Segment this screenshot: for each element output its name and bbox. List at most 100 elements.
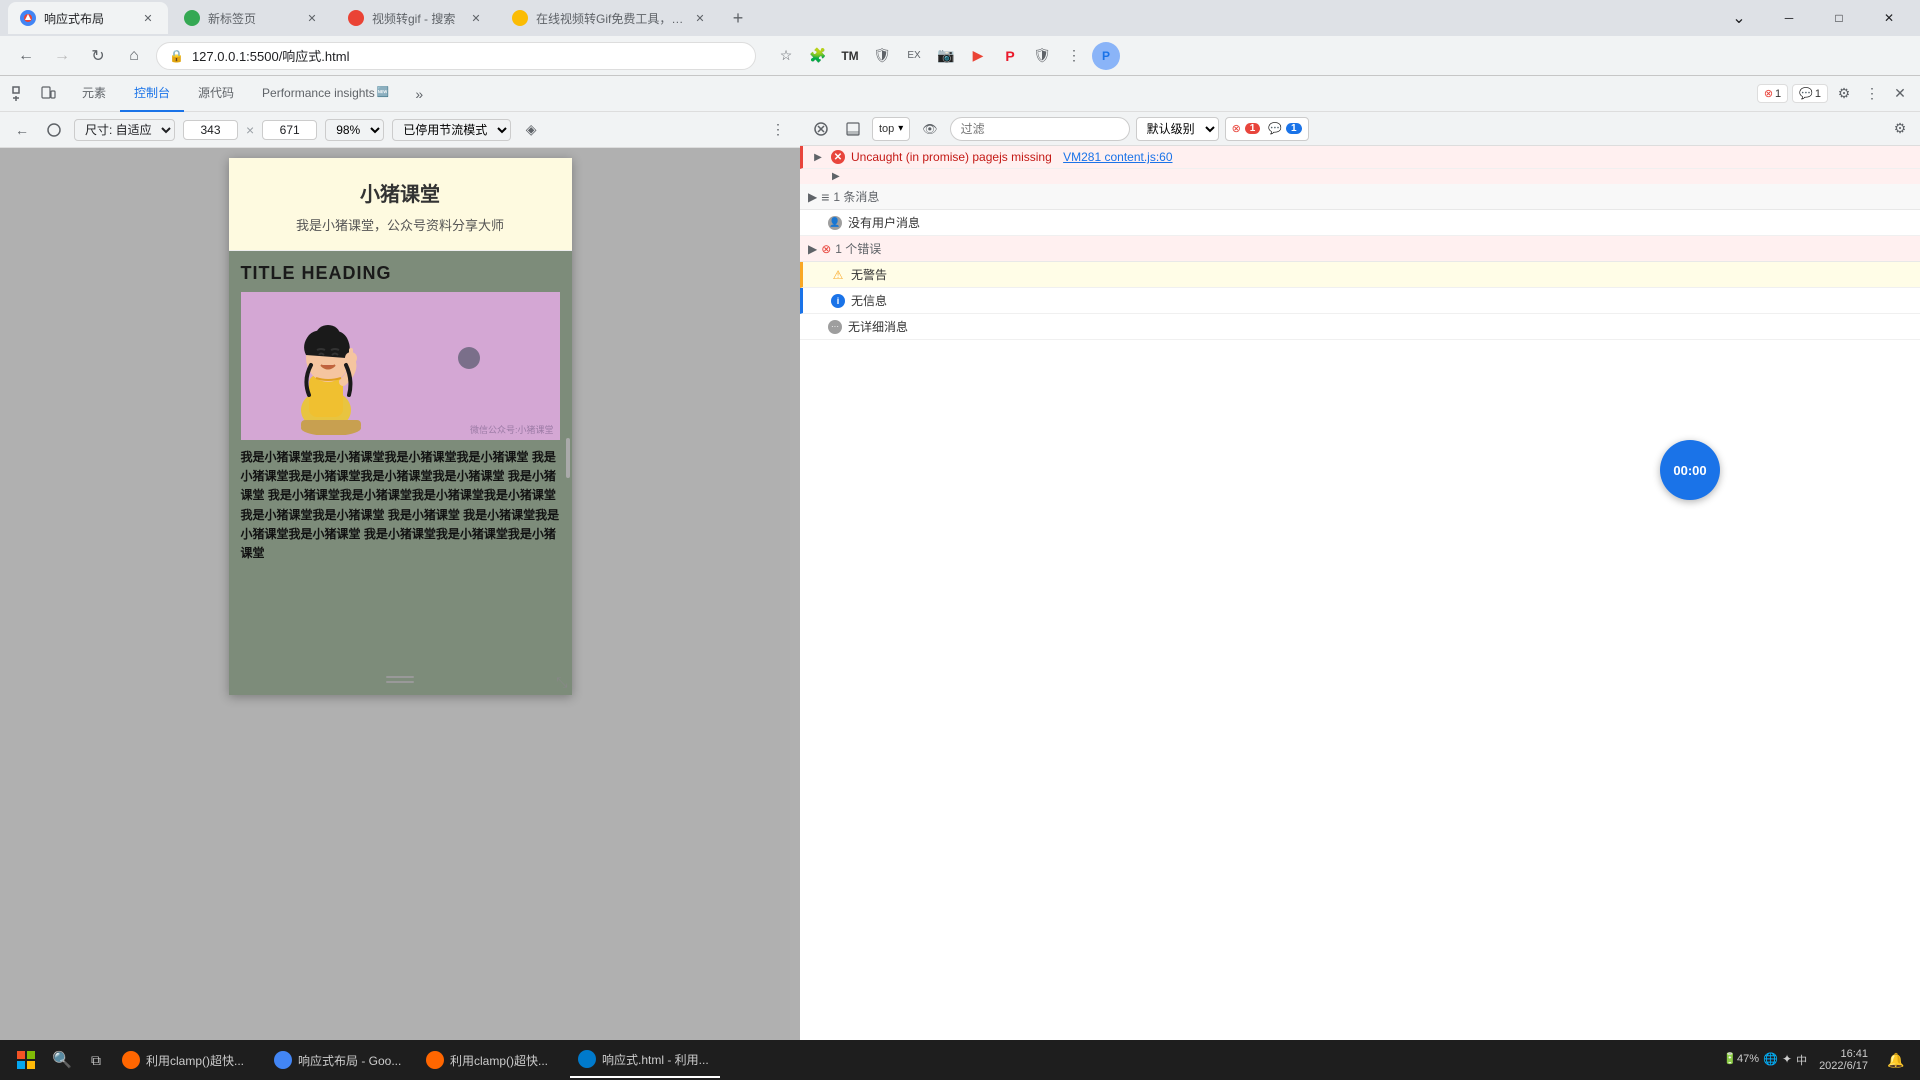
main-content: ← 尺寸: 自适应 × 98% 已停用节流模式 ◈ ⋮	[0, 112, 1920, 1040]
tab-3-favicon	[348, 10, 364, 26]
context-label: top	[879, 123, 894, 135]
tab-1-close[interactable]: ✕	[140, 10, 156, 26]
taskbar-clock[interactable]: 16:41 2022/6/17	[1811, 1048, 1876, 1072]
taskbar-app-1[interactable]: 利用clamp()超快...	[114, 1042, 264, 1078]
more-tabs-icon[interactable]: »	[407, 82, 431, 106]
section-messages[interactable]: ▶ ≡ 1 条消息	[800, 184, 1920, 210]
back-button[interactable]: ←	[12, 42, 40, 70]
network-conditions-icon[interactable]: ◈	[519, 118, 543, 142]
zoom-select[interactable]: 98%	[325, 119, 384, 141]
drag-handle[interactable]	[386, 676, 414, 683]
context-selector[interactable]: top ▾	[872, 117, 910, 141]
devtools-tab-sources[interactable]: 源代码	[184, 76, 248, 112]
no-verbose-expand	[808, 320, 822, 334]
refresh-button[interactable]: ↻	[84, 42, 112, 70]
tab-4-close[interactable]: ✕	[692, 10, 708, 26]
page-subtitle: 我是小猪课堂，公众号资料分享大师	[245, 215, 556, 234]
url-bar[interactable]: 🔒 127.0.0.1:5500/响应式.html	[156, 42, 756, 70]
error-message-main[interactable]: ▶ ✕ Uncaught (in promise) pagejs missing…	[800, 146, 1920, 169]
notification-icon[interactable]: 🔔	[1880, 1042, 1912, 1078]
sys-tray-icons: 🔋47% 🌐 ✦ 中	[1723, 1052, 1807, 1068]
devtools-tab-elements[interactable]: 元素	[68, 76, 120, 112]
more-options-icon[interactable]: ⋮	[1860, 82, 1884, 106]
taskbar-app-4-label: 响应式.html - 利用...	[602, 1051, 709, 1068]
error-file-link[interactable]: VM281 content.js:60	[1063, 150, 1172, 164]
console-no-info[interactable]: i 无信息	[800, 288, 1920, 314]
size-preset-select[interactable]: 尺寸: 自适应	[74, 119, 175, 141]
console-no-user-messages[interactable]: 👤 没有用户消息	[800, 210, 1920, 236]
search-taskbar-icon[interactable]: 🔍	[46, 1042, 78, 1078]
settings-gear-icon[interactable]: ⚙	[1832, 82, 1856, 106]
title-bar: 响应式布局 ✕ 新标签页 ✕ 视频转gif - 搜索 ✕ 在线视频转Gif免费工…	[0, 0, 1920, 36]
error-expand-button[interactable]: ▶	[811, 150, 825, 164]
error-detail-arrow[interactable]: ▶	[832, 171, 840, 182]
width-input[interactable]	[183, 120, 238, 140]
taskbar-app-2[interactable]: 响应式布局 - Goo...	[266, 1042, 416, 1078]
close-devtools-icon[interactable]: ✕	[1888, 82, 1912, 106]
new-tab-button[interactable]: +	[724, 4, 752, 32]
filter-input[interactable]	[950, 117, 1130, 141]
inspect-element-icon[interactable]	[8, 82, 32, 106]
task-view-icon[interactable]: ⧉	[80, 1042, 112, 1078]
tab-1[interactable]: 响应式布局 ✕	[8, 2, 168, 34]
show-previews-button[interactable]: 👁	[916, 117, 943, 141]
show-drawer-button[interactable]	[840, 117, 866, 141]
screenshot-icon[interactable]: 📷	[932, 42, 960, 70]
taskbar-app-3[interactable]: 利用clamp()超快...	[418, 1042, 568, 1078]
taskbar-app-4[interactable]: 响应式.html - 利用...	[570, 1042, 720, 1078]
bookmark-icon[interactable]: ☆	[772, 42, 800, 70]
collapse-tabs-button[interactable]: ⌄	[1716, 2, 1762, 34]
issues-comment-icon: 💬	[1268, 122, 1282, 135]
extension2-icon[interactable]: EX	[900, 42, 928, 70]
tab-4[interactable]: 在线视频转Gif免费工具，一秒钟... ✕	[500, 2, 720, 34]
warn-count-badge[interactable]: 💬 1	[1792, 84, 1828, 103]
clear-console-button[interactable]	[808, 117, 834, 141]
adblock-icon[interactable]: 🛡	[868, 42, 896, 70]
forward-button[interactable]: →	[48, 42, 76, 70]
tab-3-close[interactable]: ✕	[468, 10, 484, 26]
tab-2-close[interactable]: ✕	[304, 10, 320, 26]
taskbar-app-1-label: 利用clamp()超快...	[146, 1052, 244, 1069]
settings-icon[interactable]: ⋮	[1060, 42, 1088, 70]
shield2-icon[interactable]: 🛡	[1028, 42, 1056, 70]
timer-button[interactable]: 00:00	[1660, 440, 1720, 500]
devtools-tab-performance[interactable]: Performance insights 🆕	[248, 76, 403, 112]
drag-line-1	[386, 676, 414, 678]
console-no-warnings[interactable]: ⚠ 无警告	[800, 262, 1920, 288]
maximize-button[interactable]: □	[1816, 2, 1862, 34]
ime-icon: 中	[1796, 1052, 1807, 1068]
section-errors[interactable]: ▶ ⊗ 1 个错误	[800, 236, 1920, 262]
start-button[interactable]	[8, 1042, 44, 1078]
close-button[interactable]: ✕	[1866, 2, 1912, 34]
device-toolbar-icon[interactable]	[36, 82, 60, 106]
issues-count-widget[interactable]: ⊗ 1 💬 1	[1225, 117, 1309, 141]
tab-2[interactable]: 新标签页 ✕	[172, 2, 332, 34]
console-no-verbose[interactable]: ··· 无详细消息	[800, 314, 1920, 340]
issues-error-badge: 1	[1245, 123, 1261, 134]
pinterest-icon[interactable]: P	[996, 42, 1024, 70]
tampermonkey-icon[interactable]: TM	[836, 42, 864, 70]
section-messages-label: 1 条消息	[833, 188, 879, 205]
devtools-tab-console[interactable]: 控制台	[120, 76, 184, 112]
tab-3[interactable]: 视频转gif - 搜索 ✕	[336, 2, 496, 34]
toolbar-icons: ☆ 🧩 TM 🛡 EX 📷 ▶ P 🛡 ⋮ P	[772, 42, 1120, 70]
console-settings-button[interactable]: ⚙	[1888, 117, 1912, 141]
responsive-back-icon[interactable]: ←	[10, 118, 34, 142]
extensions-icon[interactable]: 🧩	[804, 42, 832, 70]
phone-scrollbar[interactable]	[566, 438, 570, 478]
tab-1-title: 响应式布局	[44, 10, 132, 27]
responsive-settings-icon[interactable]	[42, 118, 66, 142]
no-verbose-text: 无详细消息	[848, 318, 1912, 335]
home-button[interactable]: ⌂	[120, 42, 148, 70]
youtube-icon[interactable]: ▶	[964, 42, 992, 70]
warn-issue-icon: 💬	[1799, 87, 1813, 100]
log-level-select[interactable]: 默认级别	[1136, 117, 1219, 141]
height-input[interactable]	[262, 120, 317, 140]
profile-icon[interactable]: P	[1092, 42, 1120, 70]
error-count-badge[interactable]: ⊗ 1	[1757, 84, 1788, 103]
throttle-select[interactable]: 已停用节流模式	[392, 119, 511, 141]
verbose-icon: ···	[828, 320, 842, 334]
more-responsive-icon[interactable]: ⋮	[766, 118, 790, 142]
minimize-button[interactable]: ─	[1766, 2, 1812, 34]
resize-handle[interactable]: ⤡	[556, 674, 567, 691]
